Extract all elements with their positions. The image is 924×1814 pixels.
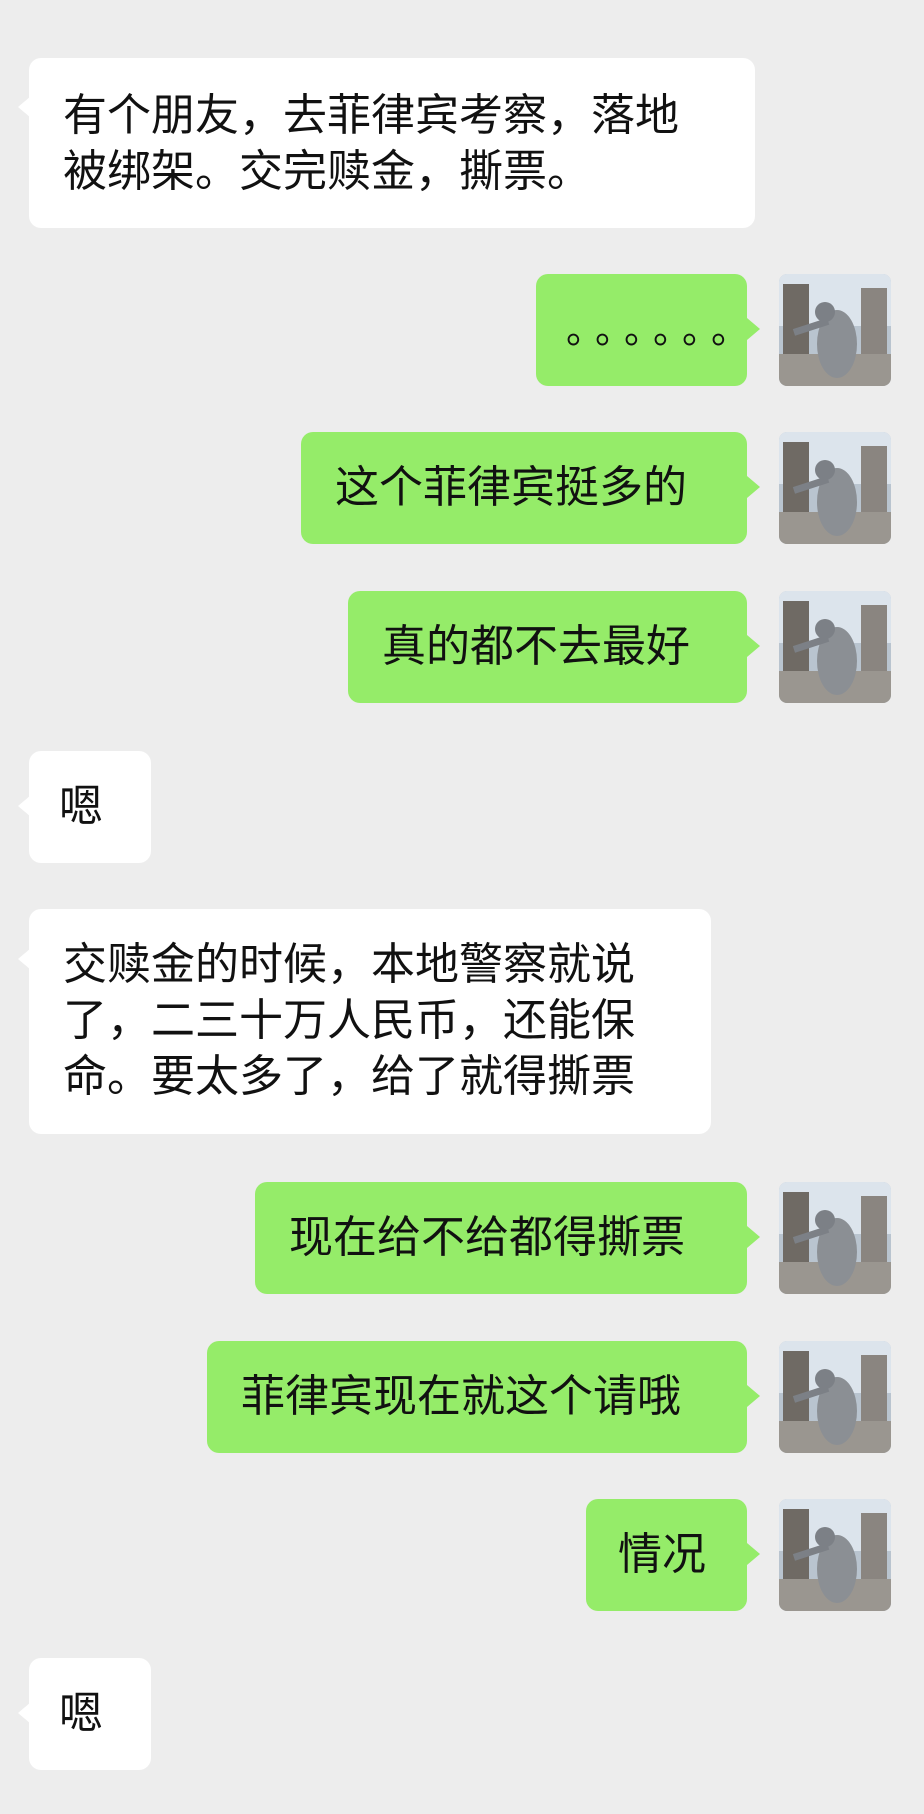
- message-bubble[interactable]: 这个菲律宾挺多的: [301, 432, 747, 544]
- user-avatar-icon[interactable]: [779, 591, 891, 703]
- message-bubble[interactable]: 真的都不去最好: [348, 591, 747, 703]
- bubble-tail: [747, 635, 760, 657]
- message-bubble[interactable]: 。。。。。。: [536, 274, 749, 386]
- user-avatar-icon[interactable]: [779, 1341, 891, 1453]
- message-bubble[interactable]: 现在给不给都得撕票: [255, 1182, 747, 1294]
- bubble-tail: [747, 318, 760, 340]
- user-avatar-icon[interactable]: [779, 1499, 891, 1611]
- bubble-tail: [747, 1385, 760, 1407]
- message-bubble[interactable]: 情况: [586, 1499, 747, 1611]
- bubble-tail: [747, 1226, 760, 1248]
- user-avatar-icon[interactable]: [779, 1182, 891, 1294]
- user-avatar-icon[interactable]: [779, 432, 891, 544]
- message-bubble[interactable]: 有个朋友，去菲律宾考察，落地 被绑架。交完赎金，撕票。: [29, 58, 755, 228]
- message-bubble[interactable]: 交赎金的时候，本地警察就说 了，二三十万人民币，还能保 命。要太多了，给了就得撕…: [29, 909, 711, 1134]
- chat-conversation: 有个朋友，去菲律宾考察，落地 被绑架。交完赎金，撕票。 。。。。。。 这个菲律宾…: [0, 0, 924, 1814]
- message-bubble[interactable]: 嗯: [29, 1658, 151, 1770]
- message-bubble[interactable]: 菲律宾现在就这个请哦: [207, 1341, 747, 1453]
- bubble-tail: [747, 476, 760, 498]
- bubble-tail: [747, 1543, 760, 1565]
- user-avatar-icon[interactable]: [779, 274, 891, 386]
- message-bubble[interactable]: 嗯: [29, 751, 151, 863]
